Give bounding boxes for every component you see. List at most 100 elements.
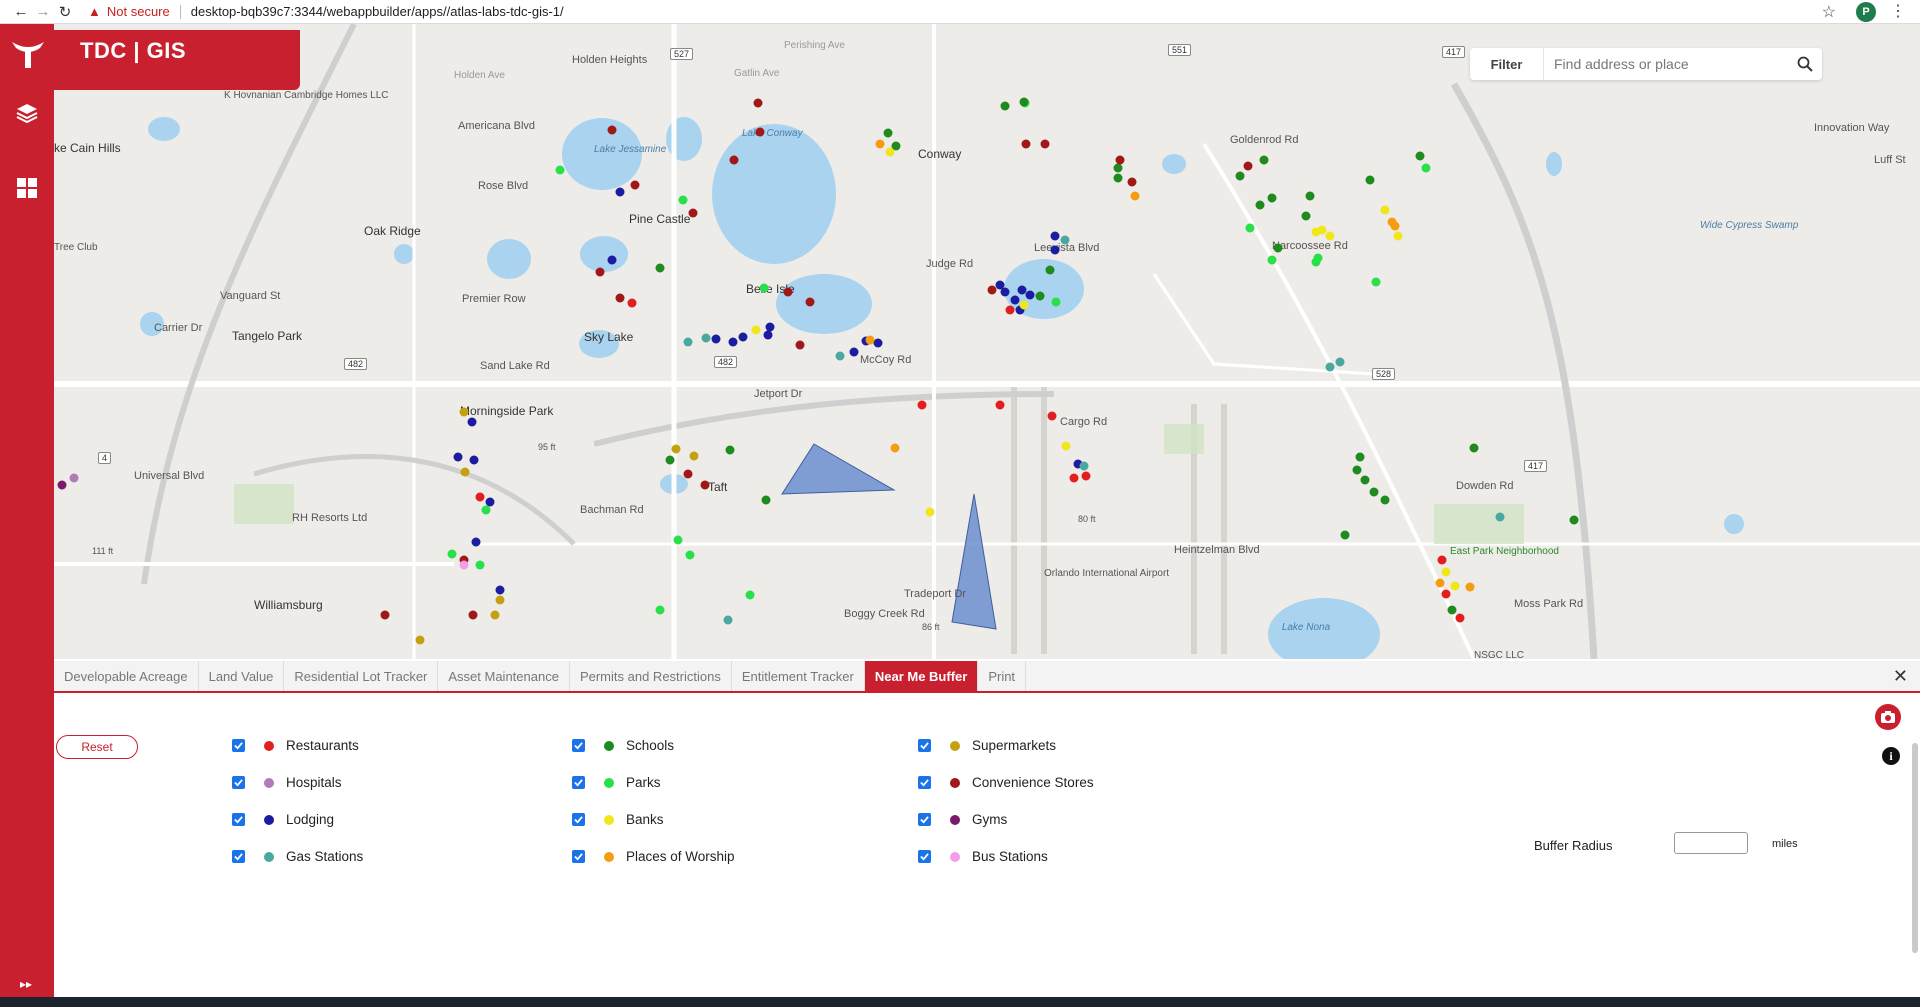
poi-marker[interactable] [1040,139,1050,149]
poi-marker[interactable] [1340,530,1350,540]
poi-marker[interactable] [469,455,479,465]
poi-marker[interactable] [607,255,617,265]
poi-marker[interactable] [728,337,738,347]
poi-marker[interactable] [1335,357,1345,367]
poi-marker[interactable] [875,139,885,149]
poi-marker[interactable] [1495,512,1505,522]
poi-marker[interactable] [987,285,997,295]
poi-marker[interactable] [755,127,765,137]
poi-marker[interactable] [1060,235,1070,245]
poi-marker[interactable] [475,560,485,570]
poi-marker[interactable] [1245,223,1255,233]
poi-marker[interactable] [595,267,605,277]
poi-marker[interactable] [1325,231,1335,241]
url-field[interactable]: ▲ Not secure desktop-bqb39c7:3344/webapp… [88,2,564,22]
poi-marker[interactable] [738,332,748,342]
poi-marker[interactable] [883,128,893,138]
poi-marker[interactable] [607,125,617,135]
search-icon[interactable] [1788,56,1822,72]
tab-land-value[interactable]: Land Value [199,661,285,691]
poi-marker[interactable] [1421,163,1431,173]
poi-marker[interactable] [1243,161,1253,171]
poi-marker[interactable] [380,610,390,620]
close-icon[interactable]: ✕ [1893,666,1908,687]
poi-marker[interactable] [1569,515,1579,525]
poi-marker[interactable] [1025,290,1035,300]
poi-marker[interactable] [495,595,505,605]
poi-marker[interactable] [1380,205,1390,215]
poi-marker[interactable] [1050,245,1060,255]
poi-marker[interactable] [805,297,815,307]
tab-near-me-buffer[interactable]: Near Me Buffer [864,661,979,691]
reset-button[interactable]: Reset [56,735,138,759]
poi-marker[interactable] [1365,175,1375,185]
poi-marker[interactable] [415,635,425,645]
poi-marker[interactable] [678,195,688,205]
tab-permits-and-restrictions[interactable]: Permits and Restrictions [570,661,732,691]
poi-marker[interactable] [673,535,683,545]
layer-checkbox-schools[interactable] [572,739,585,752]
poi-marker[interactable] [1017,285,1027,295]
poi-marker[interactable] [1259,155,1269,165]
info-icon[interactable]: i [1882,747,1900,765]
layer-checkbox-supermarkets[interactable] [918,739,931,752]
reload-icon[interactable]: ↻ [54,1,76,23]
poi-marker[interactable] [865,335,875,345]
poi-marker[interactable] [1390,221,1400,231]
layer-checkbox-gyms[interactable] [918,813,931,826]
poi-marker[interactable] [460,467,470,477]
poi-marker[interactable] [1021,139,1031,149]
poi-marker[interactable] [1360,475,1370,485]
poi-marker[interactable] [655,263,665,273]
poi-marker[interactable] [481,505,491,515]
poi-marker[interactable] [1325,362,1335,372]
poi-marker[interactable] [701,333,711,343]
poi-marker[interactable] [759,283,769,293]
poi-marker[interactable] [745,590,755,600]
poi-marker[interactable] [729,155,739,165]
poi-marker[interactable] [655,605,665,615]
poi-marker[interactable] [835,351,845,361]
poi-marker[interactable] [1079,461,1089,471]
poi-marker[interactable] [495,585,505,595]
poi-marker[interactable] [1115,155,1125,165]
tab-asset-maintenance[interactable]: Asset Maintenance [438,661,570,691]
poi-marker[interactable] [1371,277,1381,287]
layer-checkbox-gas-stations[interactable] [232,850,245,863]
poi-marker[interactable] [1035,291,1045,301]
poi-marker[interactable] [1393,231,1403,241]
browser-menu-icon[interactable]: ⋮ [1890,1,1906,21]
poi-marker[interactable] [1380,495,1390,505]
poi-marker[interactable] [1051,297,1061,307]
poi-marker[interactable] [763,330,773,340]
layer-checkbox-parks[interactable] [572,776,585,789]
poi-marker[interactable] [849,347,859,357]
poi-marker[interactable] [1369,487,1379,497]
poi-marker[interactable] [627,298,637,308]
forward-icon[interactable]: → [32,1,54,23]
poi-marker[interactable] [485,497,495,507]
poi-marker[interactable] [795,340,805,350]
poi-marker[interactable] [1000,287,1010,297]
poi-marker[interactable] [683,337,693,347]
poi-marker[interactable] [890,443,900,453]
tab-residential-lot-tracker[interactable]: Residential Lot Tracker [284,661,439,691]
poi-marker[interactable] [671,444,681,454]
poi-marker[interactable] [1019,97,1029,107]
poi-marker[interactable] [1441,589,1451,599]
poi-marker[interactable] [1437,555,1447,565]
poi-marker[interactable] [471,537,481,547]
poi-marker[interactable] [1069,473,1079,483]
camera-icon[interactable] [1874,703,1902,731]
layer-checkbox-restaurants[interactable] [232,739,245,752]
poi-marker[interactable] [1047,411,1057,421]
poi-marker[interactable] [1019,300,1029,310]
poi-marker[interactable] [1352,465,1362,475]
poi-marker[interactable] [1273,243,1283,253]
back-icon[interactable]: ← [10,1,32,23]
poi-marker[interactable] [1010,295,1020,305]
poi-marker[interactable] [725,445,735,455]
poi-marker[interactable] [765,322,775,332]
poi-marker[interactable] [57,480,67,490]
poi-marker[interactable] [761,495,771,505]
